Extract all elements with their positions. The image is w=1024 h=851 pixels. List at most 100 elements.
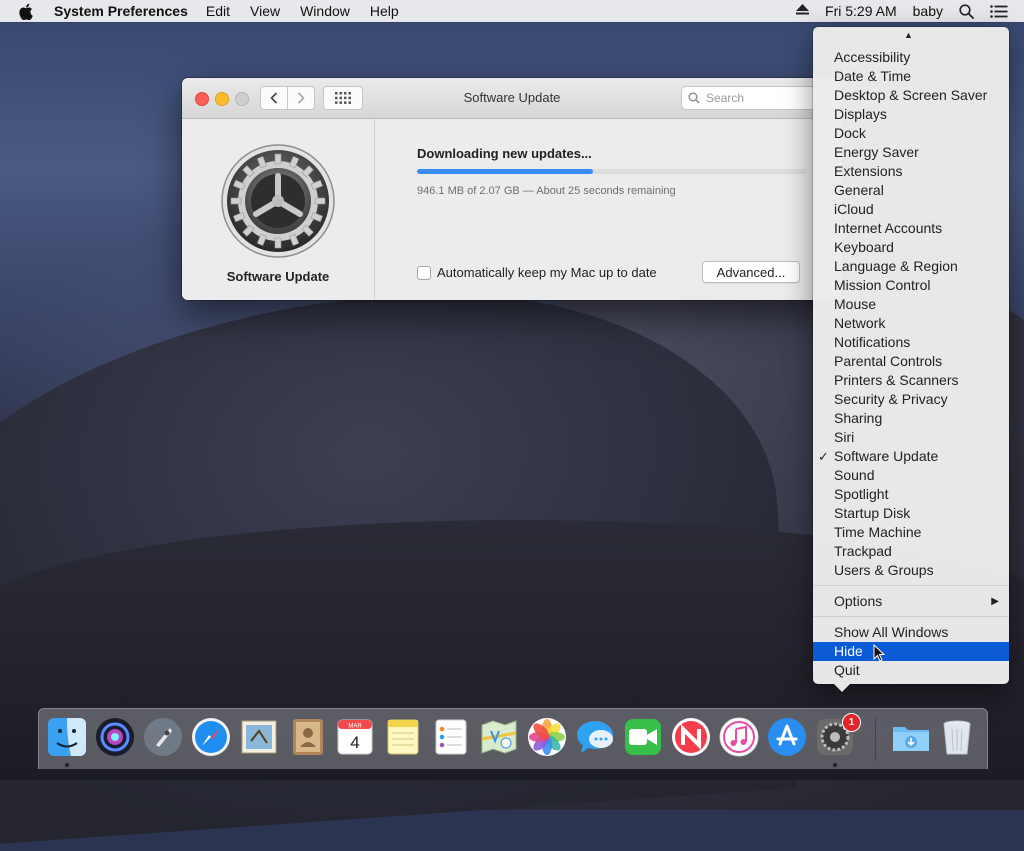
menu-item-label: Notifications [834, 334, 911, 350]
menu-item-time-machine[interactable]: Time Machine [813, 523, 1009, 542]
contacts-icon[interactable] [287, 717, 327, 757]
menu-item-label: Accessibility [834, 49, 911, 65]
checkmark-icon: ✓ [818, 449, 829, 464]
menu-item-parental-controls[interactable]: Parental Controls [813, 352, 1009, 371]
menu-item-network[interactable]: Network [813, 314, 1009, 333]
menu-separator [813, 585, 1009, 586]
auto-update-label[interactable]: Automatically keep my Mac up to date [437, 265, 657, 280]
menu-item-show-all-windows[interactable]: Show All Windows [813, 623, 1009, 642]
launchpad-icon[interactable] [143, 717, 183, 757]
menu-edit[interactable]: Edit [206, 3, 230, 19]
menu-item-accessibility[interactable]: Accessibility [813, 48, 1009, 67]
menu-item-software-update[interactable]: ✓ Software Update [813, 447, 1009, 466]
menu-item-label: Desktop & Screen Saver [834, 87, 988, 103]
menu-item-icloud[interactable]: iCloud [813, 200, 1009, 219]
messages-icon[interactable] [575, 717, 615, 757]
menu-window[interactable]: Window [300, 3, 350, 19]
auto-update-row[interactable]: Automatically keep my Mac up to date [417, 265, 657, 280]
menu-item-label: Sound [834, 467, 875, 483]
apple-menu-icon[interactable] [18, 3, 36, 20]
menu-help[interactable]: Help [370, 3, 399, 19]
download-title: Downloading new updates... [417, 146, 592, 161]
news-icon[interactable] [671, 717, 711, 757]
maps-icon[interactable] [479, 717, 519, 757]
menu-item-internet-accounts[interactable]: Internet Accounts [813, 219, 1009, 238]
menu-item-startup-disk[interactable]: Startup Disk [813, 504, 1009, 523]
menu-item-label: Mouse [834, 296, 877, 312]
menu-item-label: Sharing [834, 410, 883, 426]
menu-item-label: Trackpad [834, 543, 892, 559]
software-update-gear-icon [211, 134, 345, 268]
notification-center-icon[interactable] [990, 4, 1008, 18]
app-store-icon[interactable] [767, 717, 807, 757]
update-content: Downloading new updates... 946.1 MB of 2… [375, 119, 842, 300]
menu-item-options[interactable]: Options ▶ [813, 592, 1009, 611]
auto-update-checkbox[interactable] [417, 265, 431, 280]
mail-icon[interactable] [239, 717, 279, 757]
menu-item-general[interactable]: General [813, 181, 1009, 200]
menu-item-hide[interactable]: Hide [813, 642, 1009, 661]
menu-separator [813, 616, 1009, 617]
finder-icon[interactable] [47, 717, 87, 757]
facetime-icon[interactable] [623, 717, 663, 757]
menu-item-label: Extensions [834, 163, 903, 179]
menu-item-users-and-groups[interactable]: Users & Groups [813, 561, 1009, 580]
calendar-icon[interactable]: MAR 4 [335, 717, 375, 757]
system-preferences-running-indicator [833, 763, 837, 767]
spotlight-search-icon[interactable] [959, 3, 974, 19]
menu-item-energy-saver[interactable]: Energy Saver [813, 143, 1009, 162]
notification-badge: 1 [842, 713, 861, 732]
download-status: 946.1 MB of 2.07 GB — About 25 seconds r… [417, 185, 676, 197]
menu-item-sharing[interactable]: Sharing [813, 409, 1009, 428]
menu-item-label: Quit [834, 662, 860, 678]
scroll-up-arrow-icon[interactable]: ▲ [904, 30, 913, 40]
downloads-folder-icon[interactable] [891, 717, 931, 757]
system-preferences-icon[interactable]: 1 [815, 713, 861, 757]
menu-item-extensions[interactable]: Extensions [813, 162, 1009, 181]
advanced-button[interactable]: Advanced... [702, 261, 800, 283]
menu-item-label: Mission Control [834, 277, 931, 293]
eject-icon[interactable] [796, 4, 810, 18]
menu-view[interactable]: View [250, 3, 280, 19]
menu-item-label: Users & Groups [834, 562, 934, 578]
menu-item-mission-control[interactable]: Mission Control [813, 276, 1009, 295]
calendar-month: MAR [348, 724, 362, 730]
menu-item-siri[interactable]: Siri [813, 428, 1009, 447]
siri-icon[interactable] [95, 717, 135, 757]
menu-item-spotlight[interactable]: Spotlight [813, 485, 1009, 504]
menu-item-dock[interactable]: Dock [813, 124, 1009, 143]
menu-item-trackpad[interactable]: Trackpad [813, 542, 1009, 561]
trash-icon[interactable] [937, 717, 977, 757]
app-name-menu[interactable]: System Preferences [54, 3, 188, 19]
menu-item-notifications[interactable]: Notifications [813, 333, 1009, 352]
download-progress-fill [417, 169, 593, 174]
menu-item-quit[interactable]: Quit [813, 661, 1009, 680]
menu-item-security-and-privacy[interactable]: Security & Privacy [813, 390, 1009, 409]
itunes-icon[interactable] [719, 717, 759, 757]
safari-icon[interactable] [191, 717, 231, 757]
download-progress-bar [417, 169, 807, 174]
window-titlebar: Software Update [182, 78, 842, 119]
menu-item-displays[interactable]: Displays [813, 105, 1009, 124]
dock-separator [875, 717, 876, 761]
menu-item-sound[interactable]: Sound [813, 466, 1009, 485]
menu-item-label: Printers & Scanners [834, 372, 959, 388]
menu-item-date-and-time[interactable]: Date & Time [813, 67, 1009, 86]
search-input[interactable] [706, 91, 816, 105]
menu-item-desktop-and-screen-saver[interactable]: Desktop & Screen Saver [813, 86, 1009, 105]
menubar-user[interactable]: baby [913, 3, 943, 19]
menubar-clock[interactable]: Fri 5:29 AM [825, 3, 897, 19]
photos-icon[interactable] [527, 717, 567, 757]
menu-item-label: Security & Privacy [834, 391, 948, 407]
menu-item-label: Show All Windows [834, 624, 949, 640]
menu-item-keyboard[interactable]: Keyboard [813, 238, 1009, 257]
reminders-icon[interactable] [431, 717, 471, 757]
menu-item-label: Options [834, 593, 883, 609]
menu-item-label: Startup Disk [834, 505, 911, 521]
notes-icon[interactable] [383, 717, 423, 757]
menu-item-language-and-region[interactable]: Language & Region [813, 257, 1009, 276]
menu-item-label: Spotlight [834, 486, 889, 502]
menu-item-mouse[interactable]: Mouse [813, 295, 1009, 314]
menu-item-label: Siri [834, 429, 855, 445]
menu-item-printers-and-scanners[interactable]: Printers & Scanners [813, 371, 1009, 390]
